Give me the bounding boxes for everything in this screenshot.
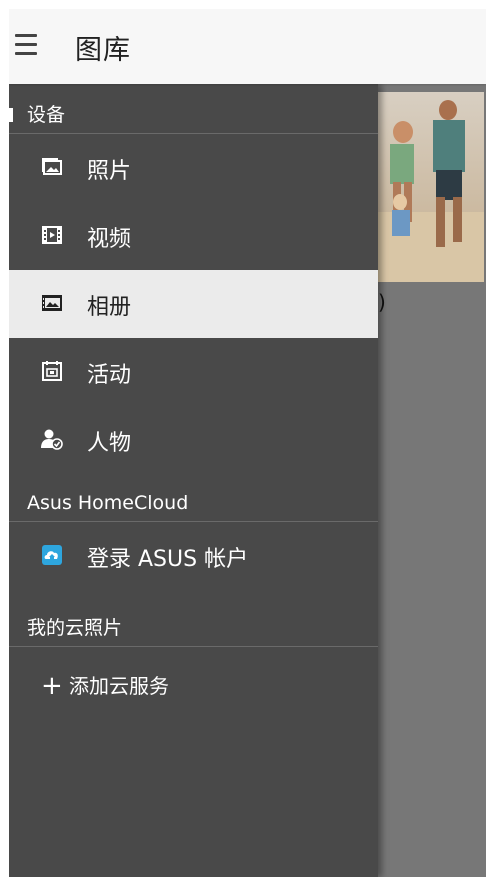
nav-item-label: 照片 (87, 159, 132, 184)
album-icon (42, 295, 62, 311)
section-marker (9, 108, 13, 122)
nav-item-label: 相册 (87, 295, 132, 320)
nav-item-label: 登录 ASUS 帐户 (87, 547, 249, 572)
nav-item-photos[interactable]: 照片 (9, 134, 378, 202)
film-icon (42, 226, 62, 244)
album-thumbnail[interactable] (378, 92, 484, 282)
photo-icon (42, 158, 62, 175)
nav-item-videos[interactable]: 视频 (9, 202, 378, 270)
section-header-my-cloud: 我的云照片 (9, 610, 378, 647)
plus-icon: + (41, 671, 63, 701)
section-header-homecloud: Asus HomeCloud (9, 485, 378, 522)
app-bar: 图库 (9, 9, 486, 84)
nav-item-label: 活动 (87, 363, 132, 388)
nav-item-events[interactable]: 活动 (9, 338, 378, 406)
nav-item-label: 视频 (87, 227, 132, 252)
app-title: 图库 (75, 35, 131, 66)
screen: 图库) 设备 照片 视频 相册 活动 人物 Asus HomeCloud 登录… (9, 9, 486, 877)
person-icon (41, 429, 63, 450)
section-header-label: 我的云照片 (27, 617, 123, 639)
nav-item-label: 人物 (87, 431, 132, 456)
thumbnail-caption: ) (378, 290, 386, 314)
nav-item-people[interactable]: 人物 (9, 406, 378, 474)
nav-item-asus-login[interactable]: 登录 ASUS 帐户 (9, 522, 378, 590)
nav-item-albums[interactable]: 相册 (9, 270, 378, 338)
add-cloud-service-button[interactable]: + 添加云服务 (41, 666, 169, 706)
homecloud-icon (42, 545, 62, 565)
section-header-label: Asus HomeCloud (27, 492, 189, 514)
navigation-drawer: 设备 照片 视频 相册 活动 人物 Asus HomeCloud 登录 ASUS… (9, 84, 378, 877)
add-cloud-service-label: 添加云服务 (69, 674, 169, 698)
hamburger-menu-icon[interactable] (15, 31, 39, 59)
section-header-device: 设备 (9, 97, 378, 134)
calendar-icon (42, 361, 62, 381)
section-header-label: 设备 (27, 104, 66, 126)
